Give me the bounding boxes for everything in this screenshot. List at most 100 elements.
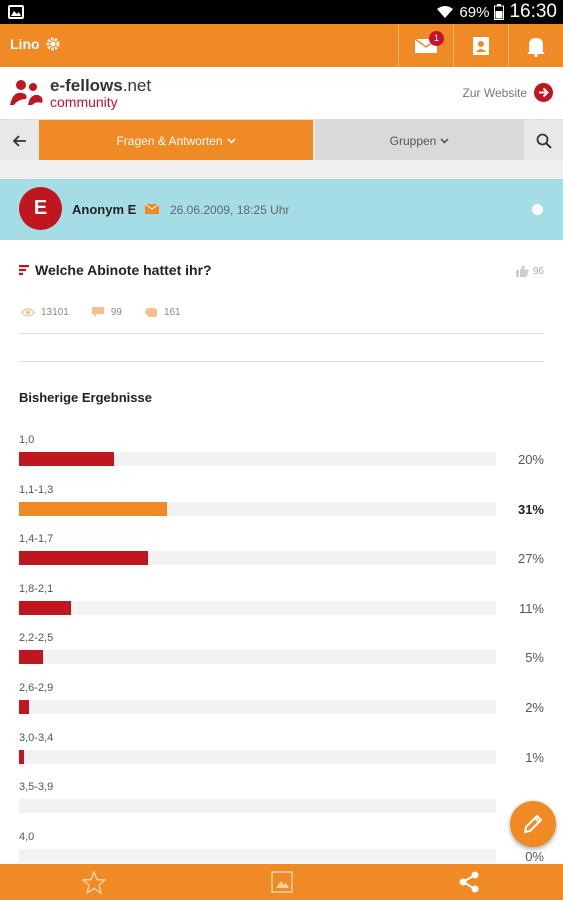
- battery-percent: 69%: [459, 3, 490, 21]
- logo-subtitle: community: [50, 94, 118, 110]
- poll-option: 2,2-2,5 5%: [19, 632, 544, 682]
- poll-option: 1,1-1,3 31%: [19, 484, 544, 534]
- profile-button[interactable]: [453, 24, 508, 67]
- poll-bar-track: [19, 501, 496, 516]
- question-title-row: Welche Abinote hattet ihr?: [19, 262, 212, 278]
- poll-option-percent: 0%: [525, 848, 544, 864]
- poll-option: 3,5-3,9: [19, 781, 544, 831]
- poll-option-percent: 31%: [517, 501, 544, 517]
- poll-bar-fill: [19, 699, 29, 714]
- search-button[interactable]: [525, 120, 563, 161]
- poll-option: 1,4-1,7 27%: [19, 533, 544, 583]
- divider: [19, 333, 544, 334]
- vote-hand-icon: [144, 307, 157, 317]
- poll-option-percent: 5%: [525, 650, 544, 666]
- poll-option-percent: 11%: [518, 600, 544, 616]
- poll-icon: [19, 265, 29, 275]
- poll-option: 3,0-3,4 1%: [19, 732, 544, 782]
- chevron-down-icon: [226, 137, 236, 144]
- poll-option-label: 2,2-2,5: [19, 632, 54, 645]
- poll-bar-fill: [19, 551, 148, 566]
- share-icon: [459, 871, 479, 893]
- compose-button[interactable]: [510, 801, 556, 847]
- results-heading: Bisherige Ergebnisse: [19, 390, 152, 405]
- logo-name: e-fellows: [50, 76, 123, 95]
- poll-bar-fill: [19, 452, 114, 466]
- views-count: 13101: [41, 306, 69, 318]
- back-button[interactable]: [0, 120, 39, 161]
- views-stat: 13101: [21, 306, 69, 318]
- poll-option-label: 1,1-1,3: [19, 483, 54, 496]
- chevron-down-icon: [440, 137, 449, 144]
- user-menu[interactable]: Lino: [10, 36, 60, 52]
- search-icon: [536, 133, 552, 149]
- poll-bar-track: [19, 749, 496, 764]
- poll-bar-fill: [19, 650, 43, 665]
- envelope-icon[interactable]: [145, 204, 159, 214]
- votes-count: 161: [163, 306, 181, 318]
- poll-option-label: 4,0: [19, 830, 35, 843]
- poll-option-label: 3,0-3,4: [19, 731, 54, 744]
- author-name[interactable]: Anonym E: [72, 202, 136, 217]
- contact-card-icon: [473, 36, 489, 55]
- battery-icon: [494, 4, 505, 20]
- tab-groups[interactable]: Gruppen: [315, 120, 524, 161]
- brand-bar: e-fellows.net community Zur Website: [0, 67, 563, 119]
- arrow-left-icon: [12, 134, 26, 147]
- messages-button[interactable]: 1: [398, 24, 453, 67]
- image-icon: [270, 871, 293, 893]
- like-count: 96: [532, 265, 544, 277]
- avatar[interactable]: E: [19, 187, 62, 230]
- poll-option-percent: 1%: [525, 749, 544, 765]
- poll-bar-track: [19, 452, 496, 466]
- favorite-button[interactable]: [0, 864, 188, 900]
- poll-option: 1,0 20%: [19, 434, 544, 484]
- logo-tld: .net: [122, 76, 152, 95]
- poll-option-percent: 20%: [517, 452, 544, 467]
- efellows-logo[interactable]: e-fellows.net community: [10, 77, 151, 109]
- poll-option: 1,8-2,1 11%: [19, 583, 544, 633]
- image-button[interactable]: [188, 864, 376, 900]
- share-button[interactable]: [375, 864, 563, 900]
- comments-stat[interactable]: 99: [91, 306, 122, 318]
- people-logo-icon: [10, 80, 43, 105]
- app-bar: Lino 1: [0, 24, 563, 67]
- website-link-label: Zur Website: [462, 85, 527, 100]
- thumbs-up-icon: [515, 265, 529, 277]
- like-button[interactable]: 96: [515, 265, 544, 277]
- votes-stat: 161: [144, 306, 181, 318]
- poll-bar-track: [19, 799, 496, 814]
- wifi-icon: [437, 6, 454, 18]
- options-icon[interactable]: [532, 204, 543, 215]
- poll-bar-track: [19, 848, 496, 863]
- bell-icon: [527, 37, 545, 57]
- poll-bar-fill: [19, 749, 24, 764]
- spacer: [0, 160, 563, 179]
- user-name: Lino: [10, 36, 40, 52]
- comment-bubble-icon: [91, 307, 104, 317]
- notifications-button[interactable]: [508, 24, 563, 67]
- poll-bar-fill: [19, 501, 167, 516]
- gallery-notification-icon: [8, 5, 24, 19]
- tab-groups-label: Gruppen: [389, 133, 437, 148]
- divider: [19, 361, 544, 362]
- post-stats: 13101 99 161: [21, 306, 181, 318]
- eye-icon: [21, 307, 35, 317]
- tab-bar: Fragen & Antworten Gruppen: [0, 119, 563, 161]
- clock: 16:30: [509, 1, 557, 22]
- poll-bar-track: [19, 699, 496, 714]
- pencil-icon: [523, 814, 543, 834]
- poll-bar-track: [19, 551, 496, 566]
- website-link[interactable]: Zur Website: [463, 83, 553, 102]
- tab-questions-answers[interactable]: Fragen & Antworten: [39, 120, 313, 161]
- poll-option-label: 3,5-3,9: [19, 781, 54, 794]
- poll-option-label: 1,0: [19, 434, 35, 446]
- question-title: Welche Abinote hattet ihr?: [35, 262, 212, 278]
- poll-bar-track: [19, 650, 496, 665]
- poll-option: 2,6-2,9 2%: [19, 682, 544, 732]
- poll-option-label: 1,8-2,1: [19, 582, 54, 595]
- status-bar: 69% 16:30: [0, 0, 563, 24]
- poll-option-label: 1,4-1,7: [19, 533, 54, 546]
- comments-count: 99: [110, 306, 122, 318]
- star-icon: [81, 870, 106, 894]
